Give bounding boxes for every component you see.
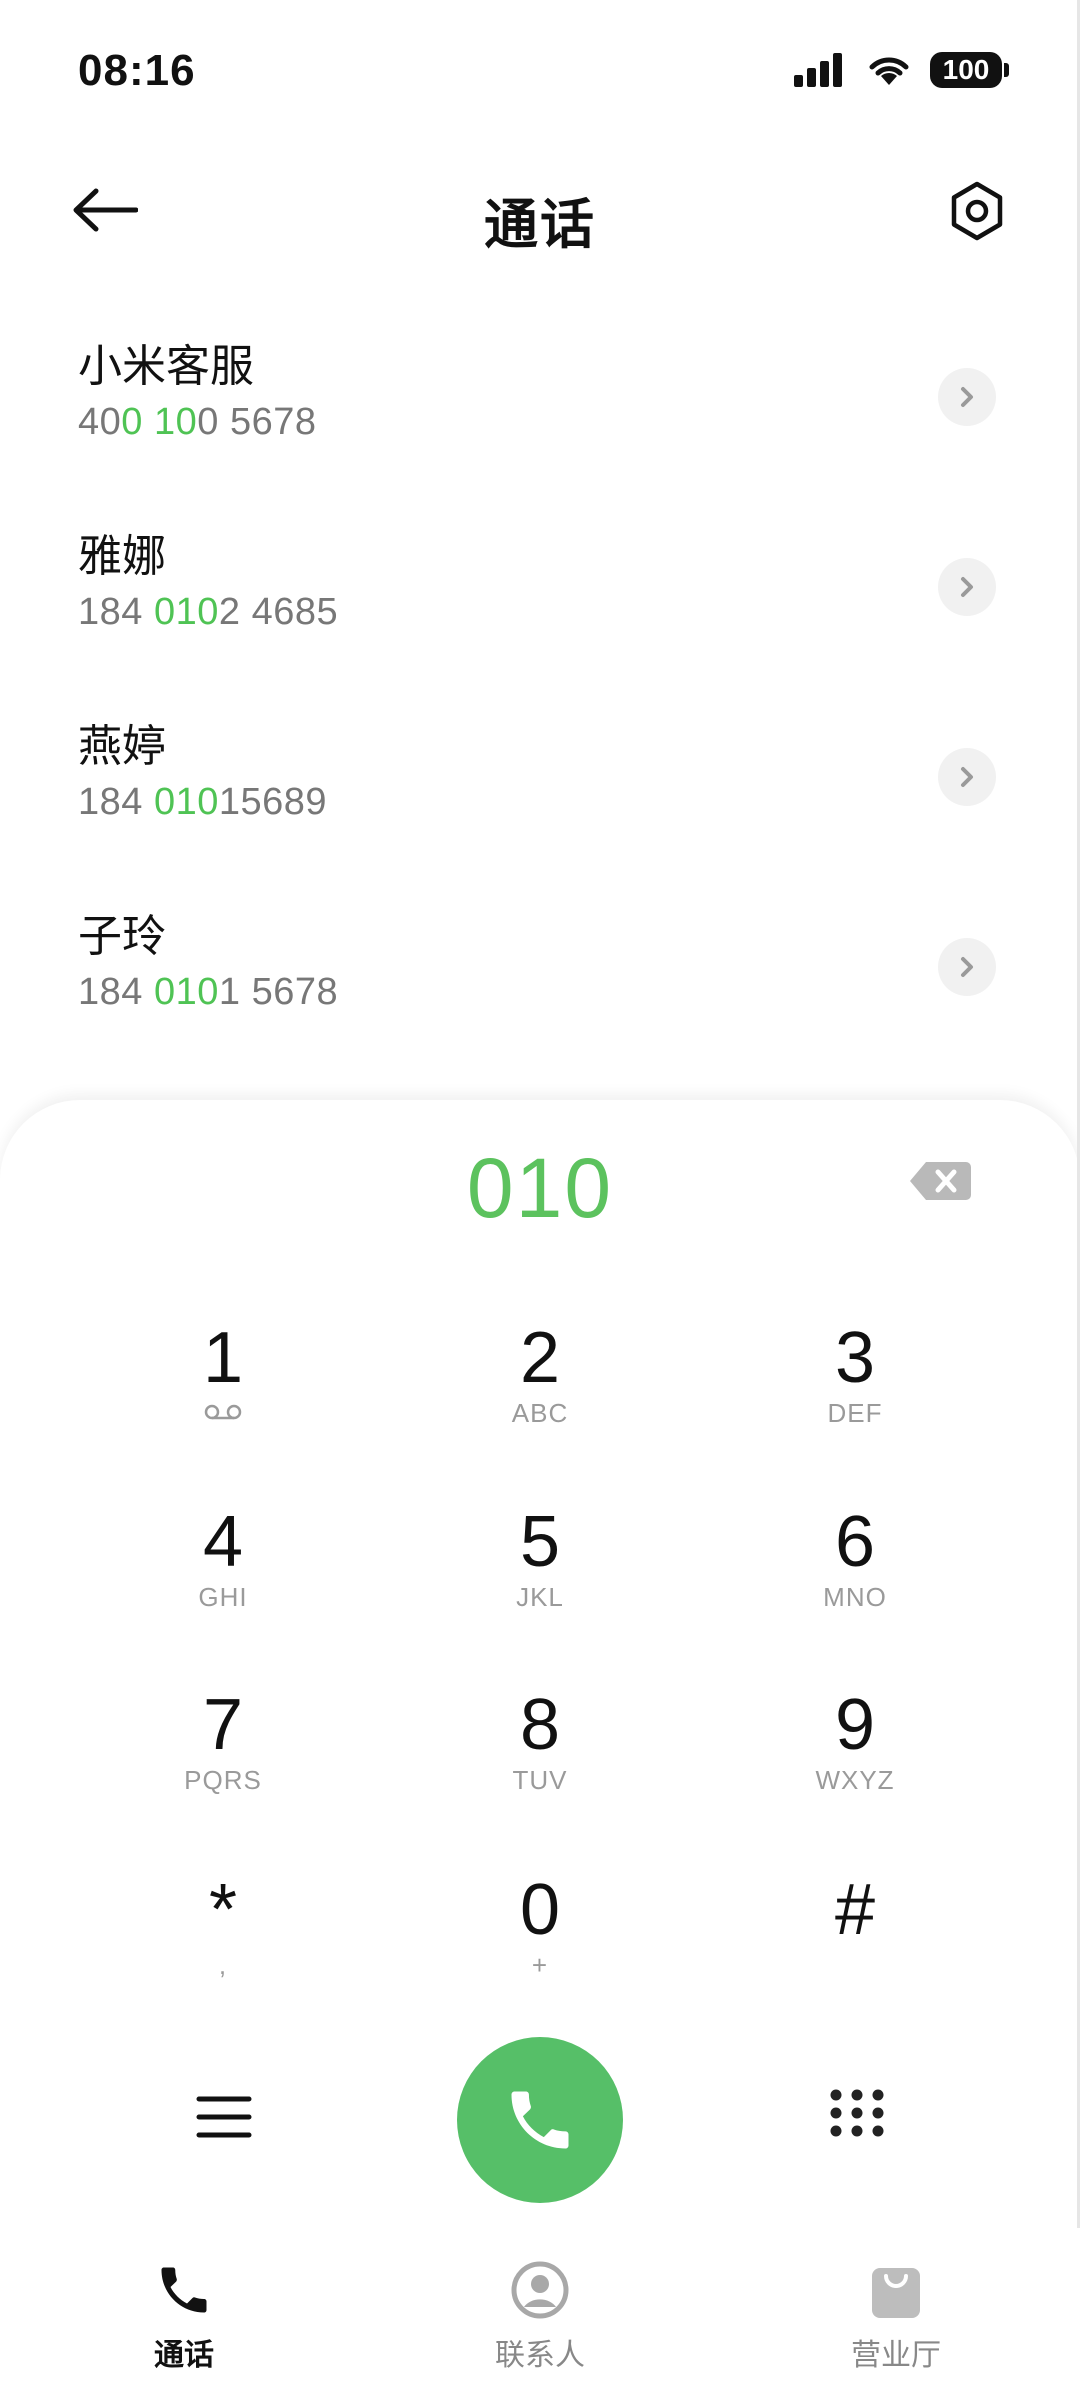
dialpad-actions bbox=[0, 2035, 1080, 2205]
contact-number: 184 0102 4685 bbox=[78, 588, 1080, 636]
tab-service-hall[interactable]: 营业厅 bbox=[796, 2258, 996, 2374]
key-digit: 6 bbox=[834, 1502, 876, 1582]
dial-key-6[interactable]: 6 MNO bbox=[705, 1484, 1005, 1644]
app-bar: 通话 bbox=[0, 150, 1080, 270]
phone-icon bbox=[511, 2091, 569, 2149]
dialpad-toggle-button[interactable] bbox=[826, 2087, 888, 2149]
dial-key-9[interactable]: 9 WXYZ bbox=[705, 1667, 1005, 1827]
tab-calls[interactable]: 通话 bbox=[84, 2258, 284, 2374]
number-segment: 15689 bbox=[218, 781, 328, 823]
contact-result-item[interactable]: 子玲 184 0101 5678 bbox=[0, 870, 1080, 1060]
number-segment: 0 5678 bbox=[197, 401, 317, 443]
delete-button[interactable] bbox=[908, 1160, 972, 1202]
matched-digits: 010 bbox=[153, 971, 219, 1013]
menu-icon bbox=[196, 2096, 252, 2138]
key-letters: + bbox=[531, 1950, 549, 1980]
number-segment: 184 bbox=[78, 971, 154, 1013]
contact-name: 子玲 bbox=[78, 912, 166, 961]
phone-icon bbox=[161, 2267, 207, 2313]
key-digit: 1 bbox=[202, 1318, 244, 1398]
key-digit: 5 bbox=[519, 1502, 561, 1582]
battery-icon: 100 bbox=[930, 52, 1009, 88]
key-letters: PQRS bbox=[184, 1765, 262, 1795]
settings-button[interactable] bbox=[946, 180, 1008, 242]
key-digit: 2 bbox=[519, 1318, 561, 1398]
page-title: 通话 bbox=[484, 195, 596, 255]
chevron-right-icon bbox=[961, 387, 973, 407]
key-letters: ABC bbox=[511, 1398, 569, 1428]
key-letters: WXYZ bbox=[815, 1765, 895, 1795]
contact-name: 燕婷 bbox=[78, 722, 166, 771]
key-letters: , bbox=[218, 1950, 228, 1980]
key-digit: * bbox=[208, 1870, 238, 1950]
dial-key-0[interactable]: 0 + bbox=[390, 1852, 690, 2012]
number-segment: 1 5678 bbox=[218, 971, 339, 1013]
chevron-right-icon bbox=[961, 767, 973, 787]
shopping-bag-icon bbox=[872, 2268, 920, 2318]
dial-key-hash[interactable]: # bbox=[705, 1852, 1005, 2012]
matched-digits: 010 bbox=[153, 781, 219, 823]
status-bar: 08:16 100 bbox=[0, 0, 1080, 150]
dial-key-8[interactable]: 8 TUV bbox=[390, 1667, 690, 1827]
voicemail-icon bbox=[73, 1398, 373, 1428]
dial-key-1[interactable]: 1 bbox=[73, 1300, 373, 1460]
contact-icon bbox=[511, 2261, 569, 2319]
contact-result-item[interactable]: 小米客服 400 100 5678 bbox=[0, 300, 1080, 490]
contact-detail-button[interactable] bbox=[938, 748, 996, 806]
matched-digits: 10 bbox=[153, 401, 198, 443]
number-segment: 184 bbox=[78, 781, 154, 823]
tab-contacts[interactable]: 联系人 bbox=[440, 2258, 640, 2374]
number-segment: 2 4685 bbox=[218, 591, 339, 633]
signal-icon bbox=[794, 53, 842, 87]
key-letters: DEF bbox=[827, 1398, 883, 1428]
key-letters: TUV bbox=[512, 1765, 568, 1795]
status-icons: 100 bbox=[792, 52, 1009, 88]
contact-number: 400 100 5678 bbox=[78, 398, 1080, 446]
key-digit: # bbox=[834, 1870, 876, 1950]
search-results-list: 小米客服 400 100 5678 雅娜 184 0102 4685 燕婷 18… bbox=[0, 300, 1080, 1060]
status-time: 08:16 bbox=[78, 46, 196, 95]
contact-detail-button[interactable] bbox=[938, 938, 996, 996]
settings-hexagon-icon bbox=[951, 181, 1003, 241]
dial-key-5[interactable]: 5 JKL bbox=[390, 1484, 690, 1644]
number-segment: 184 bbox=[78, 591, 154, 633]
chevron-right-icon bbox=[961, 957, 973, 977]
contact-name: 雅娜 bbox=[78, 532, 166, 581]
contact-detail-button[interactable] bbox=[938, 558, 996, 616]
tab-label: 营业厅 bbox=[851, 2339, 941, 2372]
dialpad-grid-icon bbox=[830, 2089, 884, 2137]
contact-result-item[interactable]: 燕婷 184 01015689 bbox=[0, 680, 1080, 870]
contact-name: 小米客服 bbox=[78, 342, 254, 391]
dial-key-7[interactable]: 7 PQRS bbox=[73, 1667, 373, 1827]
number-segment bbox=[143, 401, 154, 443]
contact-number: 184 0101 5678 bbox=[78, 968, 1080, 1016]
contact-detail-button[interactable] bbox=[938, 368, 996, 426]
matched-digits: 010 bbox=[153, 591, 219, 633]
dial-key-3[interactable]: 3 DEF bbox=[705, 1300, 1005, 1460]
wifi-icon bbox=[869, 57, 909, 85]
key-letters: GHI bbox=[198, 1582, 248, 1612]
matched-digits: 0 bbox=[121, 401, 143, 443]
key-digit: 0 bbox=[519, 1870, 561, 1950]
key-letters: MNO bbox=[823, 1582, 887, 1612]
dial-key-4[interactable]: 4 GHI bbox=[73, 1484, 373, 1644]
key-letters: JKL bbox=[516, 1582, 564, 1612]
key-digit: 8 bbox=[519, 1685, 561, 1765]
dial-key-2[interactable]: 2 ABC bbox=[390, 1300, 690, 1460]
key-digit: 7 bbox=[202, 1685, 244, 1765]
contact-result-item[interactable]: 雅娜 184 0102 4685 bbox=[0, 490, 1080, 680]
contact-number: 184 01015689 bbox=[78, 778, 1080, 826]
key-digit: 9 bbox=[834, 1685, 876, 1765]
bottom-tab-bar: 通话 联系人 营业厅 bbox=[0, 2228, 1080, 2402]
tab-label: 联系人 bbox=[495, 2339, 585, 2372]
backspace-icon bbox=[910, 1162, 971, 1200]
chevron-right-icon bbox=[961, 577, 973, 597]
key-digit: 4 bbox=[202, 1502, 244, 1582]
dial-key-star[interactable]: * , bbox=[73, 1852, 373, 2012]
menu-button[interactable] bbox=[194, 2087, 254, 2147]
tab-label: 通话 bbox=[154, 2339, 214, 2372]
number-segment: 40 bbox=[78, 401, 122, 443]
key-digit: 3 bbox=[834, 1318, 876, 1398]
call-button[interactable] bbox=[457, 2037, 623, 2203]
